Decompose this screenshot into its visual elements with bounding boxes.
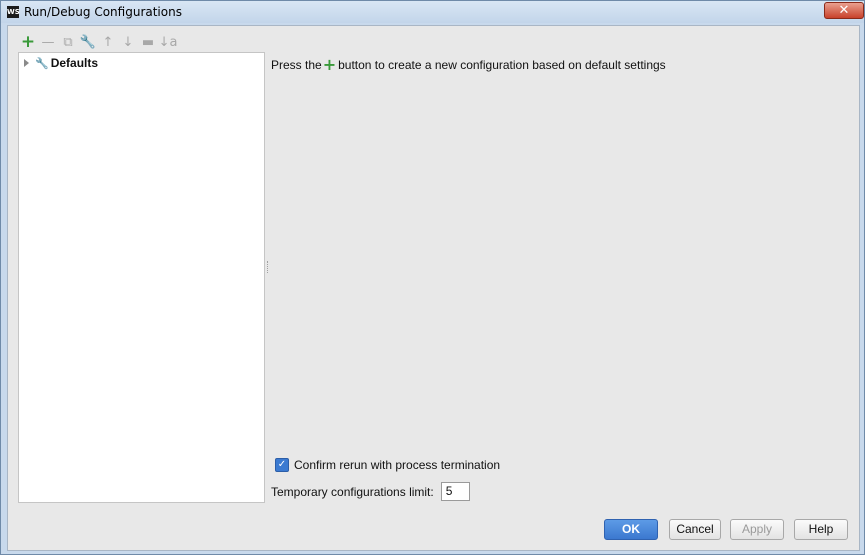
plus-icon[interactable]: + xyxy=(18,32,38,52)
dialog-body: + — ⧉ 🔧 ↑ ↓ ▬ ↓a 🔧 Defaults Press the + … xyxy=(7,25,860,551)
apply-button[interactable]: Apply xyxy=(730,519,784,540)
confirm-rerun-label: Confirm rerun with process termination xyxy=(294,458,501,472)
empty-state-hint: Press the + button to create a new confi… xyxy=(271,55,666,74)
temp-config-limit-field[interactable]: 5 xyxy=(440,482,470,501)
cancel-button[interactable]: Cancel xyxy=(669,519,721,540)
tree-item-defaults[interactable]: 🔧 Defaults xyxy=(21,55,98,71)
ok-button[interactable]: OK xyxy=(604,519,658,540)
title-bar[interactable]: WS Run/Debug Configurations ✕ xyxy=(1,1,864,23)
run-debug-dialog: WS Run/Debug Configurations ✕ + — ⧉ 🔧 ↑ … xyxy=(0,0,865,555)
splitter-handle[interactable] xyxy=(267,261,270,273)
confirm-rerun-checkbox[interactable]: ✓ xyxy=(275,458,289,472)
expand-arrow-icon[interactable] xyxy=(24,59,29,67)
folder-icon[interactable]: ▬ xyxy=(138,33,158,51)
confirm-rerun-option[interactable]: ✓ Confirm rerun with process termination xyxy=(275,458,500,472)
configuration-tree[interactable]: 🔧 Defaults xyxy=(18,52,265,503)
sort-icon[interactable]: ↓a xyxy=(158,33,178,51)
window-title: Run/Debug Configurations xyxy=(24,5,182,19)
tree-item-label: Defaults xyxy=(50,56,99,70)
arrow-up-icon[interactable]: ↑ xyxy=(98,33,118,51)
hint-text-before: Press the xyxy=(271,57,322,72)
close-button[interactable]: ✕ xyxy=(824,2,864,19)
arrow-down-icon[interactable]: ↓ xyxy=(118,33,138,51)
help-button[interactable]: Help xyxy=(794,519,848,540)
config-toolbar: + — ⧉ 🔧 ↑ ↓ ▬ ↓a xyxy=(18,32,178,52)
copy-icon[interactable]: ⧉ xyxy=(58,33,78,51)
wrench-icon: 🔧 xyxy=(35,56,49,70)
wrench-icon[interactable]: 🔧 xyxy=(78,33,98,51)
app-icon: WS xyxy=(7,6,20,18)
plus-icon: + xyxy=(322,55,337,74)
temp-config-limit-label: Temporary configurations limit: xyxy=(271,484,434,499)
hint-text-after: button to create a new configuration bas… xyxy=(338,57,666,72)
minus-icon[interactable]: — xyxy=(38,33,58,51)
temp-config-limit-row: Temporary configurations limit: 5 xyxy=(271,482,470,501)
